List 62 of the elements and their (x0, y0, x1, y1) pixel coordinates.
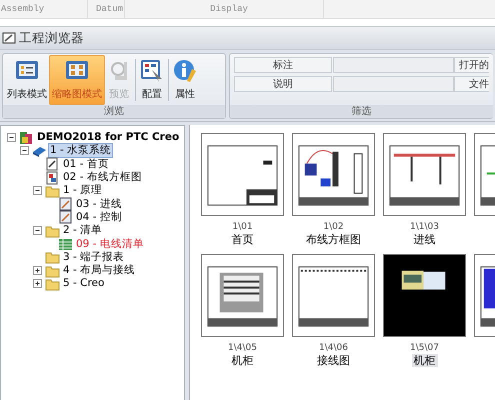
sheet-path: 1\1\03 (410, 222, 439, 233)
sheet-path: 1\02 (323, 222, 344, 233)
filter-field[interactable] (333, 76, 454, 92)
diagram-icon (45, 170, 60, 185)
filter-field[interactable] (333, 57, 454, 73)
group-label: 浏览 (3, 105, 225, 118)
ribbon-button[interactable]: 列表模式 (5, 55, 49, 105)
group-label: 筛选 (230, 105, 493, 118)
sheet-path: 1\4\05 (228, 343, 257, 354)
sheet-path: 1\5\07 (410, 343, 439, 354)
filter-label: 文件 (454, 76, 489, 92)
collapse-icon[interactable] (6, 132, 17, 144)
cabinet-thumbnail[interactable] (201, 254, 284, 337)
folder-icon (45, 276, 60, 291)
layout-icon (140, 59, 164, 83)
collapse-icon[interactable] (32, 225, 43, 236)
filter-label: 说明 (234, 76, 332, 92)
tree-item[interactable]: 01 - 首页 (62, 158, 110, 171)
tree-item[interactable]: DEMO2018 for PTC Creo (36, 131, 180, 144)
tree-item[interactable]: 3 - 端子报表 (62, 250, 126, 264)
schematic-icon (58, 197, 73, 212)
tree-item[interactable]: 2 - 清单 (62, 224, 104, 238)
wiring-thumbnail[interactable] (292, 254, 375, 337)
expand-icon[interactable] (32, 278, 43, 290)
tree-item[interactable]: 1 - 水泵系统 (49, 144, 112, 158)
collapse-icon[interactable] (32, 185, 43, 196)
sheet-title[interactable]: 机柜 (412, 354, 438, 367)
info-icon (173, 59, 197, 83)
block-diagram-thumbnail[interactable] (292, 133, 375, 216)
schematic-thumbnail[interactable] (383, 133, 466, 216)
filter-label: 打开的 (454, 57, 489, 73)
sheet-title[interactable]: 进线 (412, 233, 438, 246)
collapse-icon[interactable] (19, 145, 30, 156)
tree-item[interactable]: 4 - 布局与接线 (62, 264, 136, 278)
sheet-title[interactable]: 首页 (230, 233, 256, 246)
tree-item[interactable]: 1 - 原理 (62, 184, 104, 198)
sheet-title[interactable]: 布线方框图 (304, 233, 363, 246)
tree-item[interactable]: 5 - Creo (62, 277, 106, 290)
browser-icon (2, 31, 16, 45)
expand-icon[interactable] (32, 265, 43, 276)
page-icon (45, 157, 60, 172)
schematic-icon (58, 210, 73, 224)
folder-icon (45, 224, 60, 238)
table-icon (58, 237, 73, 252)
sheet-title[interactable]: 接线图 (315, 354, 352, 367)
sheet-path: 1\01 (232, 222, 253, 233)
filter-label: 标注 (234, 57, 332, 73)
tree-item[interactable]: 04 - 控制 (75, 210, 123, 224)
tree-item[interactable]: 02 - 布线方框图 (62, 171, 143, 184)
tree-item[interactable]: 03 - 进线 (75, 198, 123, 211)
folder-icon (45, 264, 60, 278)
ribbon-button[interactable]: 属性 (171, 55, 199, 105)
sheet-path: 1\4\06 (319, 343, 348, 354)
folder-icon (45, 184, 60, 198)
window-title: 工程浏览器 (19, 30, 84, 46)
ribbon-button[interactable]: 配置 (138, 55, 166, 105)
sheet-thumbnail[interactable] (383, 254, 466, 337)
title-page-thumbnail[interactable] (201, 133, 284, 216)
sheet-title[interactable]: 机柜 (230, 354, 256, 367)
folder-icon (45, 250, 60, 264)
tree-item[interactable]: 09 - 电线清单 (75, 238, 145, 251)
project-icon (19, 130, 34, 145)
